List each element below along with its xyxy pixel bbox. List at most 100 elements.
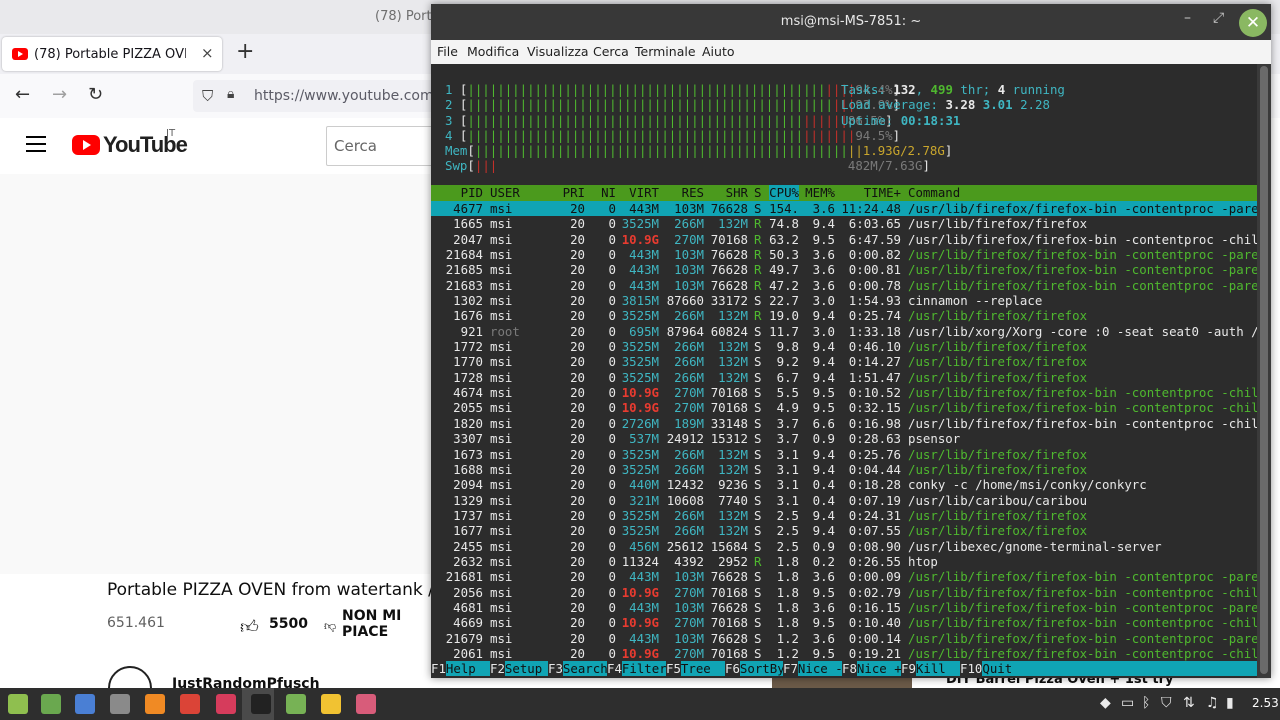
temperature-icon[interactable] [356,694,376,714]
process-row[interactable]: 1770 msi 20 0 3525M 266M 132M S 9.2 9.4 0:14.27/us… [431,354,1257,369]
process-row[interactable]: 2455 msi 20 0 456M 25612 15684 S 2.5 0.9 0:08.90/u… [431,539,1257,554]
menu-item-visualizza[interactable]: Visualizza [527,44,589,59]
new-tab-button[interactable]: + [236,41,254,63]
fkey-f10[interactable]: F10Quit [960,661,1257,676]
fkey-f9[interactable]: F9Kill [901,661,960,676]
column-header-pid[interactable]: PID [461,185,483,200]
process-row[interactable]: 4674 msi 20 0 10.9G 270M 70168 S 5.5 9.5 0:10.52/u… [431,385,1257,400]
menu-item-terminale[interactable]: Terminale [635,44,696,59]
text-editor-icon[interactable] [321,694,341,714]
column-header-shr[interactable]: SHR [726,185,748,200]
column-header-s[interactable]: S [754,185,761,200]
files-icon[interactable] [41,694,61,714]
thumbs-up-icon[interactable]: 👍︎ [240,616,259,638]
column-header-virt[interactable]: VIRT [629,185,659,200]
htop-screen[interactable]: 1 [|||||||||||||||||||||||||||||||||||||… [431,64,1257,678]
process-row[interactable]: 1665 msi 20 0 3525M 266M 132M R 74.8 9.4 6:03.65/u… [431,216,1257,231]
mint-menu-icon[interactable] [8,694,28,714]
firefox-icon[interactable] [145,694,165,714]
process-row[interactable]: 1688 msi 20 0 3525M 266M 132M S 3.1 9.4 0:04.44/us… [431,462,1257,477]
reload-button[interactable]: ↻ [88,84,103,105]
fkey-f3[interactable]: F3Search [548,661,608,676]
minimize-icon[interactable]: – [1184,10,1191,26]
tracking-protection-icon[interactable]: ⛉ [202,87,213,105]
like-count[interactable]: 5500 [269,616,308,632]
terminal-icon[interactable] [251,694,271,714]
menu-item-file[interactable]: File [437,44,458,59]
column-header-cmd[interactable]: Command [908,185,960,200]
chrome-icon[interactable] [180,694,200,714]
tab-close-icon[interactable]: × [201,44,214,62]
menu-item-aiuto[interactable]: Aiuto [702,44,735,59]
process-row[interactable]: 21683 msi 20 0 443M 103M 76628 R 47.2 3.6 0:00.78 /… [431,278,1257,293]
network-icon[interactable]: ⇅ [1183,695,1195,711]
column-header-pri[interactable]: PRI [563,185,585,200]
process-row[interactable]: 3307 msi 20 0 537M 24912 15312 S 3.7 0.9 0:28.63 ps… [431,431,1257,446]
mail-icon[interactable] [75,694,95,714]
process-row[interactable]: 4669 msi 20 0 10.9G 270M 70168 S 1.8 9.5 0:10.40/u… [431,615,1257,630]
process-row[interactable]: 1728 msi 20 0 3525M 266M 132M S 6.7 9.4 1:51.47/us… [431,370,1257,385]
process-row[interactable]: 2061 msi 20 0 10.9G 270M 70168 S 1.2 9.5 0:19.21/u… [431,646,1257,661]
process-row[interactable]: 2094 msi 20 0 440M 12432 9236 S 3.1 0.4 0:18.28 con… [431,477,1257,492]
menu-item-modifica[interactable]: Modifica [467,44,519,59]
column-header-cpu[interactable]: CPU% [769,185,799,200]
process-row[interactable]: 921 root 20 0 695M 87964 60824 S 11.7 3.0 1:33.18 /… [431,324,1257,339]
clock[interactable]: 2.53 [1252,696,1279,710]
url-text[interactable]: https://www.youtube.com/wa [254,88,458,104]
related-video-thumbnail[interactable] [772,677,912,688]
fkey-f4[interactable]: F4Filter [607,661,667,676]
process-row[interactable]: 1329 msi 20 0 321M 10608 7740 S 3.1 0.4 0:07.19/us… [431,493,1257,508]
process-row[interactable]: 1737 msi 20 0 3525M 266M 132M S 2.5 9.4 0:24.31/us… [431,508,1257,523]
fkey-f8[interactable]: F8Nice + [842,661,902,676]
bluetooth-icon[interactable]: ᛒ [1142,695,1150,711]
process-row[interactable]: 4677 msi 20 0 443M 103M 76628 S 154. 3.6 11:24.48 /… [431,201,1257,217]
apps-grid-icon[interactable] [110,694,130,714]
tab-youtube[interactable]: (78) Portable PIZZA OVEN fro × [2,37,222,71]
url-bar[interactable]: ⛉ 🔒︎ https://www.youtube.com/wa [193,80,458,112]
fkey-f2[interactable]: F2Setup [490,661,549,676]
youtube-logo-icon[interactable] [72,135,100,155]
notes-icon[interactable]: ▭ [1121,695,1134,711]
process-row[interactable]: 1677 msi 20 0 3525M 266M 132M S 2.5 9.4 0:07.55/us… [431,523,1257,538]
process-table-header[interactable]: PID USER PRI NI VIRT RES SHR S CPU% MEM% TIME+ Comm… [431,185,1257,201]
dislike-button[interactable]: NON MI PIACE [342,608,412,640]
process-row[interactable]: 21684 msi 20 0 443M 103M 76628 R 50.3 3.6 0:00.82 /… [431,247,1257,262]
terminal-titlebar[interactable]: msi@msi-MS-7851: ~ – ⤢ ✕ [431,4,1271,40]
hamburger-menu-icon[interactable] [26,136,46,152]
column-header-user[interactable]: USER [490,185,520,200]
process-row[interactable]: 21681 msi 20 0 443M 103M 76628 S 1.8 3.6 0:00.09/u… [431,569,1257,584]
process-row[interactable]: 4681 msi 20 0 443M 103M 76628 S 1.8 3.6 0:16.15/us… [431,600,1257,615]
process-row[interactable]: 21679 msi 20 0 443M 103M 76628 S 1.2 3.6 0:00.14/u… [431,631,1257,646]
process-row[interactable]: 1820 msi 20 0 2726M 189M 33148 S 3.7 6.6 0:16.98/u… [431,416,1257,431]
close-icon[interactable]: ✕ [1239,9,1267,37]
shield-icon[interactable]: ⛉ [1161,695,1172,711]
battery-icon[interactable]: ▮ [1226,695,1234,711]
process-row[interactable]: 2047 msi 20 0 10.9G 270M 70168 R 63.2 9.5 6:47.59 /… [431,232,1257,247]
process-row[interactable]: 21685 msi 20 0 443M 103M 76628 R 49.7 3.6 0:00.81 /… [431,262,1257,277]
process-row[interactable]: 2632 msi 20 0 11324 4392 2952 R 1.8 0.2 0:26.55 hto… [431,554,1257,569]
column-header-time[interactable]: TIME+ [864,185,901,200]
terminal-scrollbar[interactable] [1257,64,1271,678]
process-list[interactable]: 4677 msi 20 0 443M 103M 76628 S 154. 3.6 11:24.48 /… [431,201,1257,661]
dropbox-icon[interactable]: ◆ [1100,695,1111,711]
thumbs-down-icon[interactable]: 👎︎ [324,619,336,634]
folder-icon[interactable] [286,694,306,714]
process-row[interactable]: 2055 msi 20 0 10.9G 270M 70168 S 4.9 9.5 0:32.15/u… [431,400,1257,415]
process-row[interactable]: 2056 msi 20 0 10.9G 270M 70168 S 1.8 9.5 0:02.79/u… [431,585,1257,600]
fkey-f6[interactable]: F6SortBy [725,661,785,676]
process-row[interactable]: 1302 msi 20 0 3815M 87660 33172 S 22.7 3.0 1:54.93… [431,293,1257,308]
process-row[interactable]: 1772 msi 20 0 3525M 266M 132M S 9.8 9.4 0:46.10/us… [431,339,1257,354]
music-icon[interactable]: ♫ [1206,695,1219,711]
fkey-f1[interactable]: F1Help [431,661,490,676]
screenshot-icon[interactable] [216,694,236,714]
forward-button[interactable]: → [52,84,67,105]
process-row[interactable]: 1676 msi 20 0 3525M 266M 132M R 19.0 9.4 0:25.74/u… [431,308,1257,323]
column-header-ni[interactable]: NI [601,185,616,200]
fkey-f7[interactable]: F7Nice - [783,661,843,676]
column-header-res[interactable]: RES [682,185,704,200]
fkey-f5[interactable]: F5Tree [666,661,725,676]
lock-icon[interactable]: 🔒︎ [227,86,234,102]
back-button[interactable]: ← [15,84,30,105]
scrollbar-thumb[interactable] [1260,66,1268,674]
video-player[interactable] [0,174,430,574]
